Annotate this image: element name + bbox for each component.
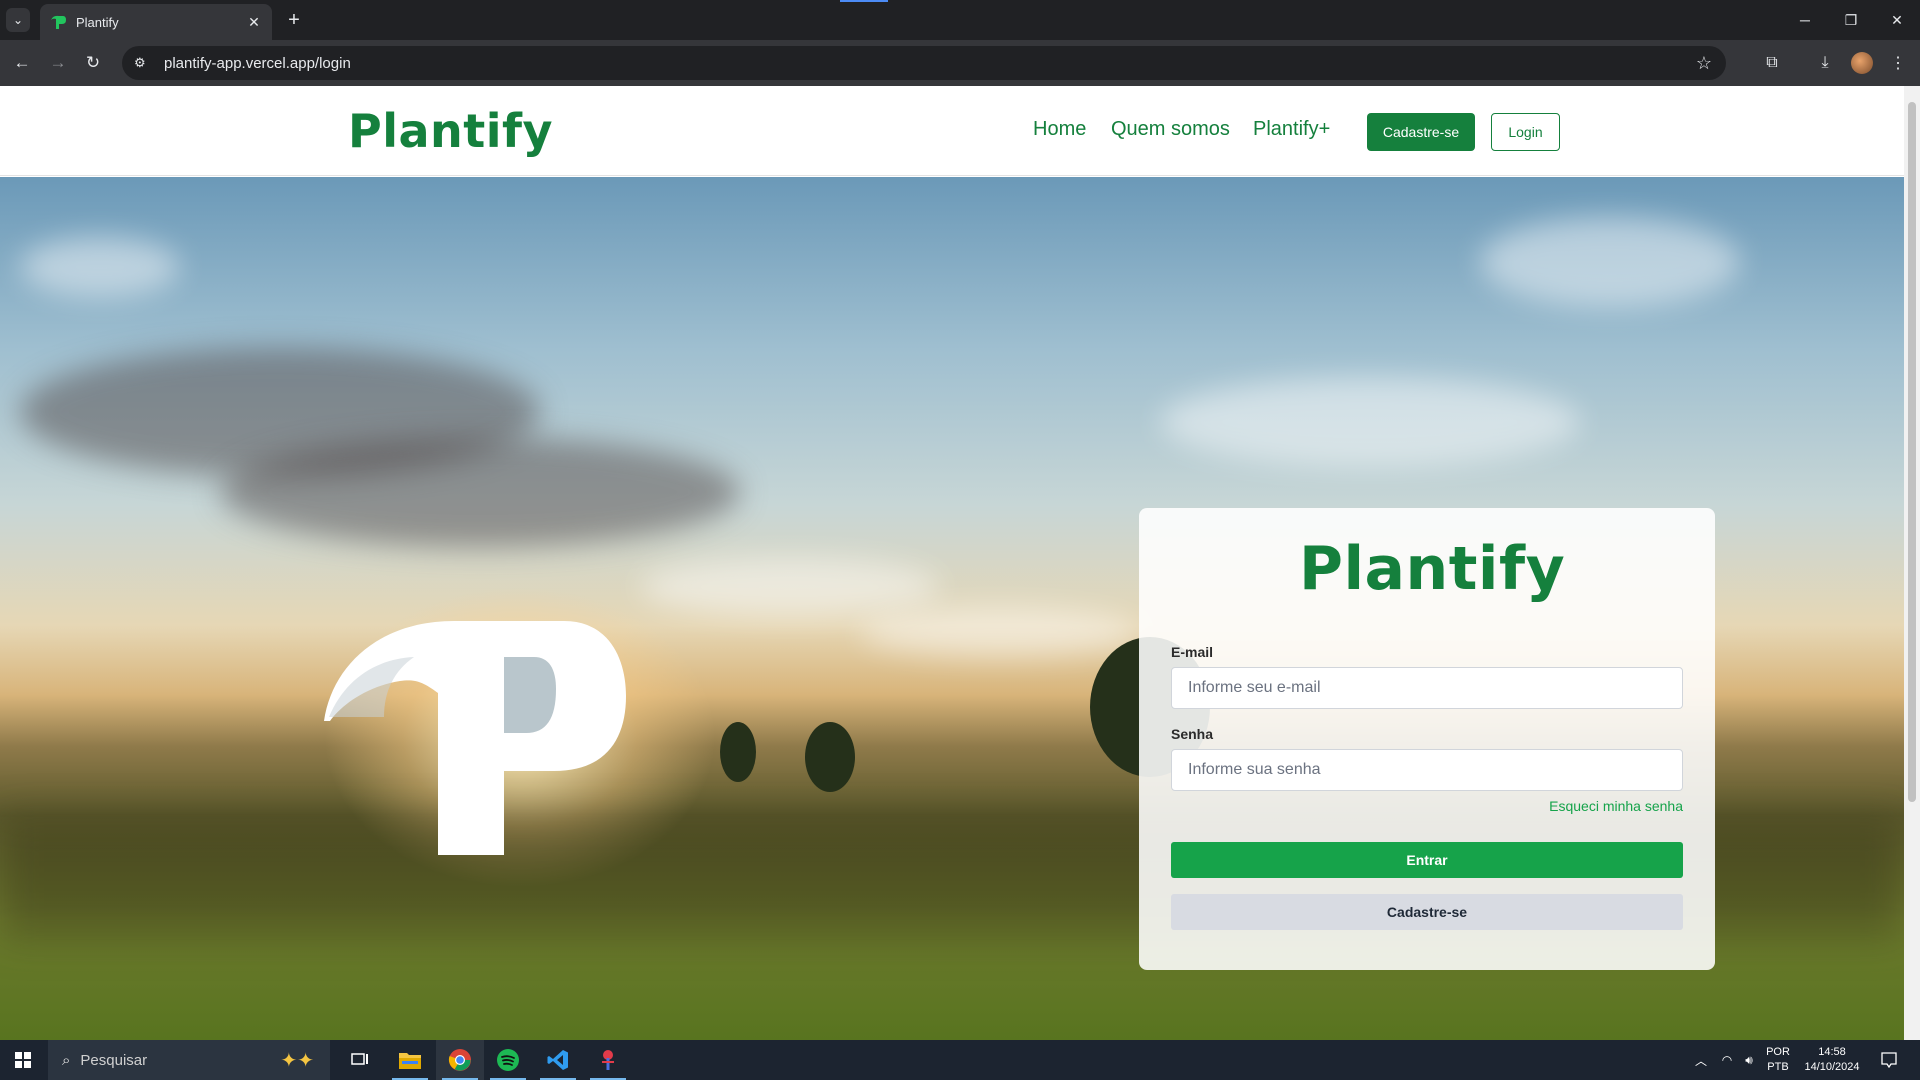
windows-taskbar: ⌕ Pesquisar ✦✦ ︿ ◠ 🔊︎ POR PTB 14:58 14/1… bbox=[0, 1040, 1920, 1080]
minimize-icon[interactable]: ─ bbox=[1782, 0, 1828, 40]
volume-icon[interactable]: 🔊︎ bbox=[1738, 1040, 1760, 1080]
forgot-password-link[interactable]: Esqueci minha senha bbox=[1549, 798, 1683, 814]
restore-icon[interactable]: ❐ bbox=[1828, 0, 1874, 40]
tab-search-button[interactable]: ⌄ bbox=[6, 8, 30, 32]
file-explorer-icon[interactable] bbox=[386, 1040, 434, 1080]
cloud bbox=[1160, 377, 1580, 467]
new-tab-plus-icon[interactable]: + bbox=[282, 8, 306, 32]
submit-login-button[interactable]: Entrar bbox=[1171, 842, 1683, 878]
cloud bbox=[640, 557, 940, 617]
tree bbox=[805, 722, 855, 792]
chrome-icon[interactable] bbox=[436, 1040, 484, 1080]
taskbar-search-placeholder: Pesquisar bbox=[80, 1051, 148, 1069]
app-pin-icon[interactable] bbox=[584, 1040, 632, 1080]
hero-background-landscape: Plantify E-mail Senha Esqueci minha senh… bbox=[0, 177, 1904, 1040]
page-scrollbar[interactable] bbox=[1904, 86, 1920, 1040]
forward-arrow-icon[interactable]: → bbox=[44, 49, 72, 77]
header-signup-button[interactable]: Cadastre-se bbox=[1367, 113, 1475, 151]
windows-logo-icon bbox=[15, 1052, 31, 1068]
password-label: Senha bbox=[1171, 726, 1214, 742]
email-field[interactable] bbox=[1171, 667, 1683, 709]
browser-toolbar: ← → ↻ ⚙ plantify-app.vercel.app/login ☆ … bbox=[0, 40, 1920, 86]
plantify-p-emblem bbox=[324, 621, 626, 855]
header-login-button[interactable]: Login bbox=[1491, 113, 1560, 151]
tray-overflow-chevron-icon[interactable]: ︿ bbox=[1688, 1040, 1714, 1080]
notifications-icon[interactable] bbox=[1874, 1040, 1904, 1080]
card-signup-button[interactable]: Cadastre-se bbox=[1171, 894, 1683, 930]
keyboard-layout: PTB bbox=[1767, 1061, 1789, 1073]
address-bar[interactable]: ⚙ plantify-app.vercel.app/login ☆ bbox=[122, 46, 1726, 80]
browser-tab-plantify[interactable]: Plantify ✕ bbox=[40, 4, 272, 40]
nav-quem-somos[interactable]: Quem somos bbox=[1111, 118, 1230, 141]
input-language-indicator[interactable]: POR PTB bbox=[1760, 1040, 1796, 1080]
plantify-favicon-icon bbox=[51, 15, 66, 29]
vscode-icon[interactable] bbox=[534, 1040, 582, 1080]
download-icon[interactable]: ⤓ bbox=[1813, 51, 1837, 75]
cloud bbox=[20, 237, 180, 297]
tab-title: Plantify bbox=[76, 14, 119, 30]
bookmark-star-icon[interactable]: ☆ bbox=[1696, 53, 1712, 74]
email-label: E-mail bbox=[1171, 644, 1214, 660]
clock-time: 14:58 bbox=[1818, 1046, 1846, 1058]
site-info-icon[interactable]: ⚙ bbox=[134, 55, 156, 71]
password-field[interactable] bbox=[1171, 749, 1683, 791]
task-view-icon[interactable] bbox=[336, 1040, 384, 1080]
scrollbar-thumb[interactable] bbox=[1908, 102, 1916, 802]
cloud bbox=[860, 607, 1140, 657]
nav-plantify-plus[interactable]: Plantify+ bbox=[1253, 118, 1330, 141]
browser-tabstrip: ⌄ Plantify ✕ + ─ ❐ ✕ bbox=[0, 0, 1920, 40]
clock[interactable]: 14:58 14/10/2024 bbox=[1798, 1040, 1866, 1080]
back-arrow-icon[interactable]: ← bbox=[8, 49, 36, 77]
reload-icon[interactable]: ↻ bbox=[79, 49, 107, 77]
site-header: Plantify Home Quem somos Plantify+ Cadas… bbox=[0, 86, 1904, 176]
extensions-puzzle-icon[interactable]: ⧉ bbox=[1760, 51, 1784, 75]
web-page: Plantify Home Quem somos Plantify+ Cadas… bbox=[0, 86, 1920, 1040]
clock-date: 14/10/2024 bbox=[1804, 1061, 1860, 1073]
tab-close-icon[interactable]: ✕ bbox=[246, 14, 262, 31]
search-icon: ⌕ bbox=[62, 1051, 71, 1069]
taskbar-search-box[interactable]: ⌕ Pesquisar ✦✦ bbox=[48, 1040, 330, 1080]
start-button[interactable] bbox=[0, 1040, 46, 1080]
tree bbox=[720, 722, 756, 782]
cloud bbox=[1480, 217, 1740, 307]
spotify-icon[interactable] bbox=[484, 1040, 532, 1080]
language-code: POR bbox=[1766, 1046, 1790, 1058]
close-window-icon[interactable]: ✕ bbox=[1874, 0, 1920, 40]
nav-home[interactable]: Home bbox=[1033, 118, 1086, 141]
search-highlight-sparkle-icon: ✦✦ bbox=[280, 1049, 314, 1072]
profile-avatar[interactable] bbox=[1851, 52, 1873, 74]
drag-indicator bbox=[840, 0, 888, 2]
cloud bbox=[220, 437, 740, 547]
login-card: Plantify E-mail Senha Esqueci minha senh… bbox=[1139, 508, 1715, 970]
window-controls: ─ ❐ ✕ bbox=[1782, 0, 1920, 40]
url-text[interactable]: plantify-app.vercel.app/login bbox=[164, 55, 1696, 72]
header-logo[interactable]: Plantify bbox=[348, 104, 553, 158]
card-logo: Plantify bbox=[1299, 534, 1566, 604]
network-icon[interactable]: ◠ bbox=[1716, 1040, 1738, 1080]
browser-menu-icon[interactable]: ⋮ bbox=[1886, 51, 1910, 75]
